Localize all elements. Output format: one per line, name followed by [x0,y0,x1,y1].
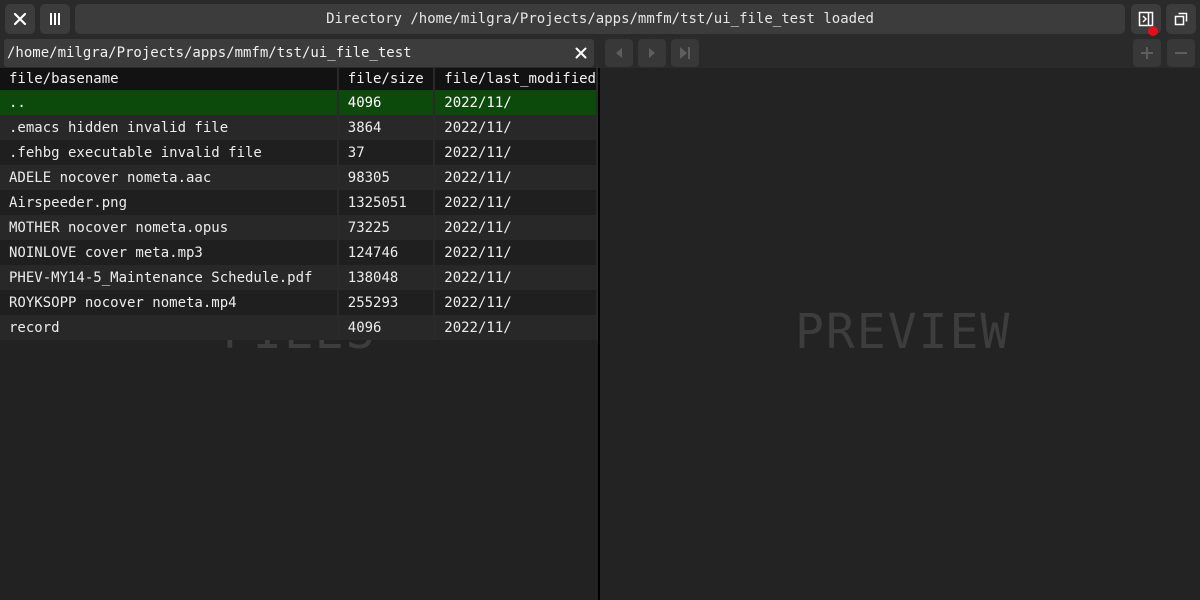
file-date: 2022/11/ [434,140,598,165]
file-date: 2022/11/ [434,90,598,115]
file-name: .emacs hidden invalid file [0,115,339,140]
preview-panel: PREVIEW [600,68,1200,600]
table-row[interactable]: .. 4096 2022/11/ [0,90,598,115]
path-field[interactable] [4,39,594,67]
column-header-size[interactable]: file/size [337,68,436,90]
columns-icon [50,13,60,25]
record-indicator [1148,26,1158,36]
file-name: record [0,315,339,340]
file-name: ROYKSOPP nocover nometa.mp4 [0,290,339,315]
file-name: Airspeeder.png [0,190,339,215]
table-row[interactable]: NOINLOVE cover meta.mp3 124746 2022/11/ [0,240,598,265]
path-clear-button[interactable] [571,44,591,62]
table-header: file/basename file/size file/last_modifi… [0,68,598,90]
fullscreen-icon [1174,12,1188,26]
sidebar-toggle-icon [1138,11,1154,27]
file-size: 255293 [337,290,436,315]
close-button[interactable] [5,4,35,34]
previous-icon [616,48,622,58]
column-header-basename[interactable]: file/basename [0,68,339,90]
file-name: MOTHER nocover nometa.opus [0,215,339,240]
preview-watermark: PREVIEW [795,304,1012,360]
table-row[interactable]: .fehbg executable invalid file 37 2022/1… [0,140,598,165]
play-button[interactable] [638,39,666,67]
file-date: 2022/11/ [434,115,598,140]
file-table: file/basename file/size file/last_modifi… [0,68,598,340]
file-size: 1325051 [337,190,436,215]
table-row[interactable]: record 4096 2022/11/ [0,315,598,340]
zoom-out-button[interactable] [1167,39,1195,67]
table-row[interactable]: Airspeeder.png 1325051 2022/11/ [0,190,598,215]
table-row[interactable]: MOTHER nocover nometa.opus 73225 2022/11… [0,215,598,240]
previous-button[interactable] [605,39,633,67]
file-size: 124746 [337,240,436,265]
title-bar: Directory /home/milgra/Projects/apps/mmf… [0,0,1200,38]
file-size: 4096 [337,315,436,340]
file-size: 73225 [337,215,436,240]
file-size: 4096 [337,90,436,115]
table-row[interactable]: ROYKSOPP nocover nometa.mp4 255293 2022/… [0,290,598,315]
file-size: 98305 [337,165,436,190]
path-bar [0,38,1200,68]
file-name: ADELE nocover nometa.aac [0,165,339,190]
file-size: 37 [337,140,436,165]
file-date: 2022/11/ [434,215,598,240]
window-title: Directory /home/milgra/Projects/apps/mmf… [75,4,1125,34]
file-name: .fehbg executable invalid file [0,140,339,165]
next-icon [680,47,690,59]
file-date: 2022/11/ [434,315,598,340]
fullscreen-button[interactable] [1166,4,1196,34]
file-name: PHEV-MY14-5_Maintenance Schedule.pdf [0,265,339,290]
file-date: 2022/11/ [434,190,598,215]
file-date: 2022/11/ [434,290,598,315]
play-icon [649,48,655,58]
file-date: 2022/11/ [434,265,598,290]
close-icon [13,12,27,26]
file-date: 2022/11/ [434,165,598,190]
files-panel: FILES file/basename file/size file/last_… [0,68,598,600]
file-date: 2022/11/ [434,240,598,265]
zoom-in-icon [1141,47,1153,59]
zoom-out-icon [1175,52,1187,54]
zoom-in-button[interactable] [1133,39,1161,67]
file-name: .. [0,90,339,115]
table-row[interactable]: .emacs hidden invalid file 3864 2022/11/ [0,115,598,140]
file-name: NOINLOVE cover meta.mp3 [0,240,339,265]
clear-icon [575,47,587,59]
column-header-last-modified[interactable]: file/last_modified [434,68,598,90]
file-size: 3864 [337,115,436,140]
path-input[interactable] [4,39,564,67]
next-button[interactable] [671,39,699,67]
table-row[interactable]: PHEV-MY14-5_Maintenance Schedule.pdf 138… [0,265,598,290]
file-size: 138048 [337,265,436,290]
table-row[interactable]: ADELE nocover nometa.aac 98305 2022/11/ [0,165,598,190]
columns-button[interactable] [40,4,70,34]
